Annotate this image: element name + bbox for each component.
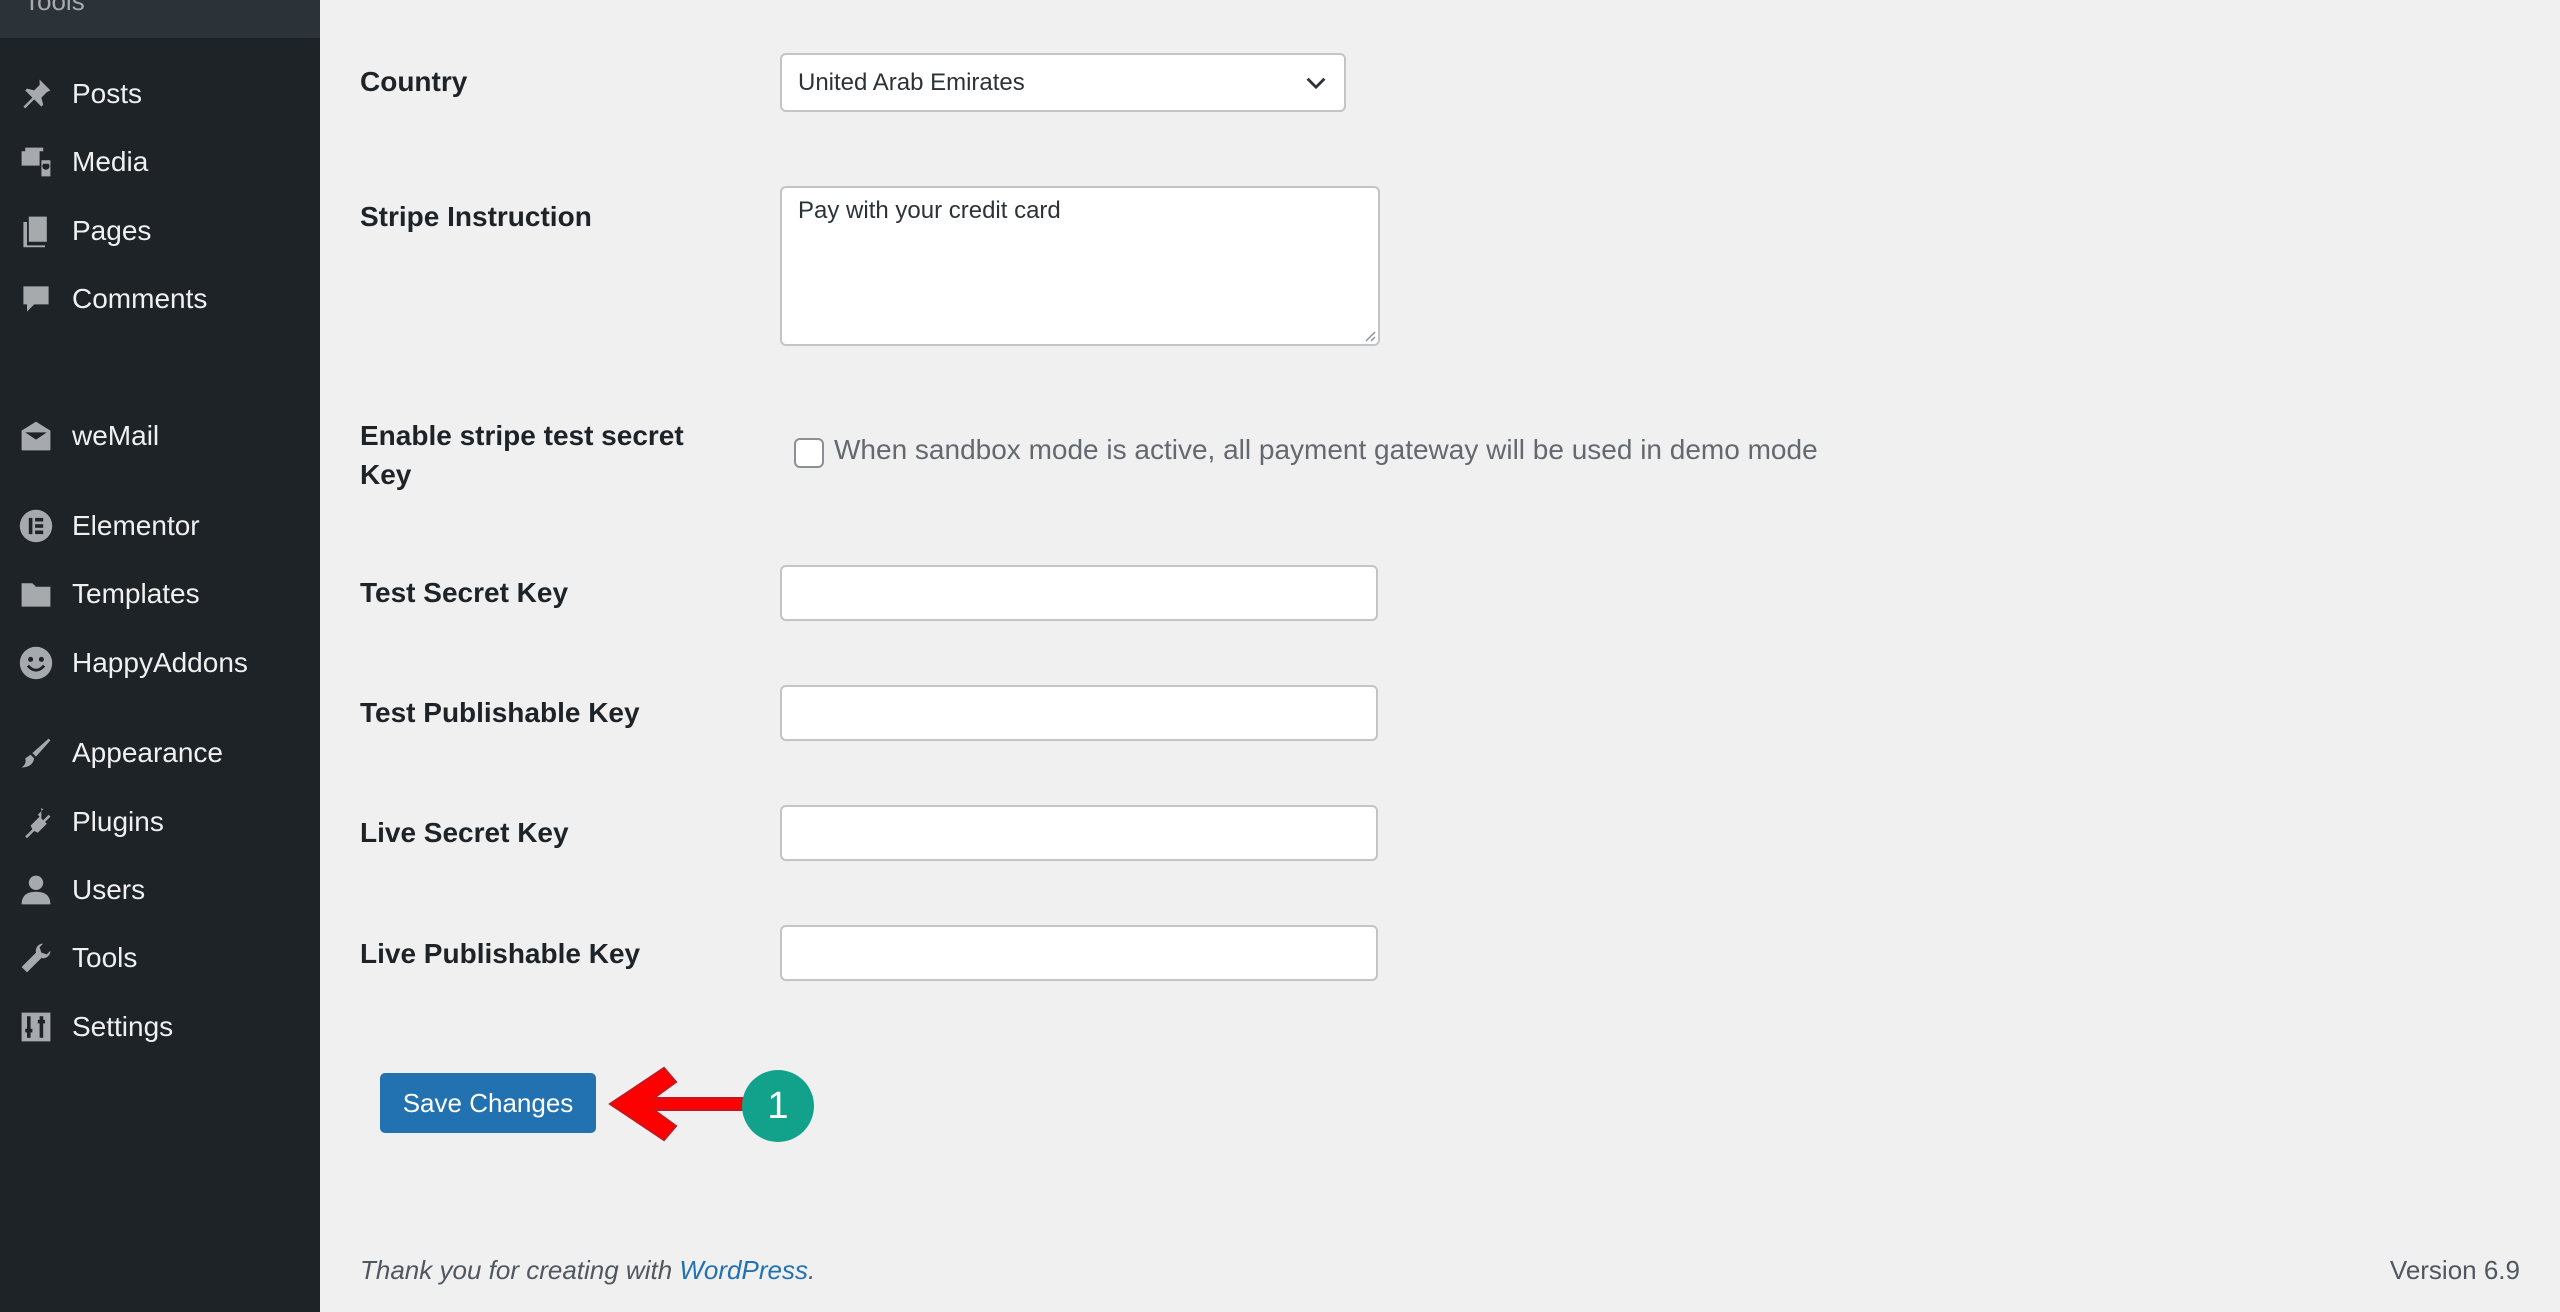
live-secret-key-label: Live Secret Key [360,817,569,848]
live-publishable-key-label: Live Publishable Key [360,938,641,969]
plug-icon [16,802,56,842]
sidebar-item-label: Media [72,146,149,177]
sandbox-mode-checkbox[interactable] [794,438,824,468]
footer-version: Version 6.9 [2389,1255,2520,1285]
test-publishable-key-label: Test Publishable Key [360,697,640,728]
sidebar-item-label: Comments [72,283,208,314]
sidebar-item-appearance[interactable]: Appearance [0,725,320,781]
sidebar-submenu-cut: Tools [0,0,320,38]
sidebar-item-label: Pages [72,215,152,246]
stripe-instruction-value: Pay with your credit card [798,197,1061,224]
sliders-icon [16,1007,56,1047]
sidebar-item-label: Posts [72,78,143,109]
sidebar-item-comments[interactable]: Comments [0,271,320,327]
test-publishable-key-input[interactable] [780,685,1378,741]
sidebar-item-settings[interactable]: Settings [0,999,320,1055]
sidebar-item-wemail[interactable]: weMail [0,408,320,464]
country-label: Country [360,66,468,97]
elementor-icon [16,506,56,546]
happy-face-icon [16,643,56,683]
media-icon [16,142,56,182]
sidebar-item-media[interactable]: Media [0,134,320,190]
sidebar-item-pages[interactable]: Pages [0,203,320,259]
sidebar-item-posts[interactable]: Posts [0,66,320,122]
folder-icon [16,574,56,614]
stripe-instruction-textarea[interactable]: Pay with your credit card [780,186,1380,346]
live-publishable-key-input[interactable] [780,925,1378,981]
sidebar-item-label: Elementor [72,510,200,541]
sidebar-item-label: Appearance [72,737,224,768]
sidebar-item-tools[interactable]: Tools [0,930,320,986]
sidebar-item-label: Settings [72,1011,174,1042]
country-select-value: United Arab Emirates [798,68,1025,96]
wrench-icon [16,938,56,978]
footer-thanks-suffix: . [807,1255,816,1285]
sidebar-item-label: Plugins [72,806,164,837]
sidebar-item-label: weMail [72,420,160,451]
admin-sidebar: Tools Posts Media Pages Comments weMail [0,0,320,1312]
sidebar-item-plugins[interactable]: Plugins [0,794,320,850]
enable-test-key-label: Enable stripe test secret Key [360,420,684,490]
test-secret-key-label: Test Secret Key [360,577,569,608]
sidebar-item-happyaddons[interactable]: HappyAddons [0,635,320,691]
sidebar-item-templates[interactable]: Templates [0,566,320,622]
sidebar-item-label: HappyAddons [72,647,248,678]
sidebar-item-label: Users [72,874,146,905]
wordpress-link[interactable]: WordPress [679,1255,808,1285]
sidebar-item-label: Templates [72,578,200,609]
sidebar-item-elementor[interactable]: Elementor [0,498,320,554]
user-icon [16,870,56,910]
test-secret-key-input[interactable] [780,565,1378,621]
sidebar-item-label: Tools [72,942,138,973]
country-select[interactable]: United Arab Emirates [780,53,1346,112]
stripe-instruction-label: Stripe Instruction [360,201,592,232]
sandbox-mode-description: When sandbox mode is active, all payment… [834,434,1818,465]
envelope-icon [16,416,56,456]
footer-thanks-prefix: Thank you for creating with [360,1255,680,1285]
comment-icon [16,279,56,319]
callout-badge: 1 [742,1070,814,1142]
footer-thanks: Thank you for creating with WordPress. [360,1255,815,1286]
pages-icon [16,211,56,251]
resize-handle-icon[interactable] [1362,328,1376,342]
save-changes-button[interactable]: Save Changes [380,1073,596,1133]
sidebar-item-users[interactable]: Users [0,862,320,918]
live-secret-key-input[interactable] [780,805,1378,861]
paintbrush-icon [16,733,56,773]
sidebar-cut-label: Tools [24,0,85,16]
pushpin-icon [16,74,56,114]
settings-content: Country United Arab Emirates Stripe Inst… [320,0,2560,1312]
chevron-down-icon [1306,77,1326,90]
